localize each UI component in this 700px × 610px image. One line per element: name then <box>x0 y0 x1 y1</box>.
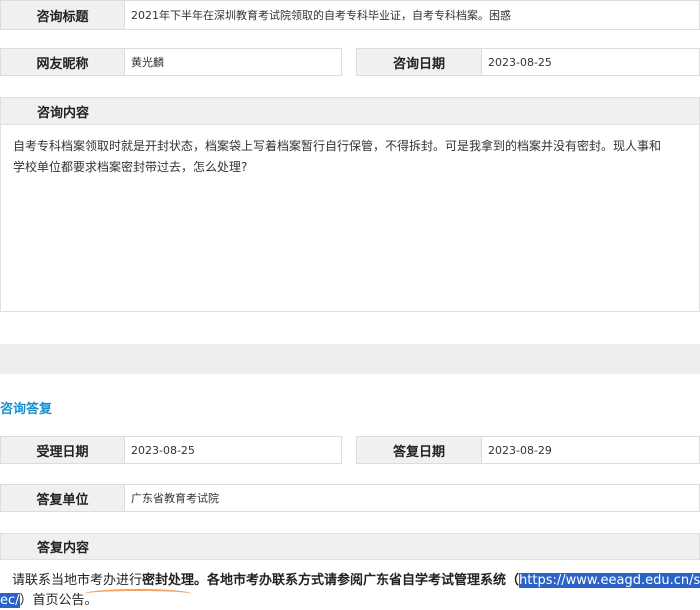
reply-section-title: 咨询答复 <box>0 402 53 417</box>
nickname-value: 黄光麟 <box>124 48 342 76</box>
reply-link-part2[interactable]: ec/ <box>0 593 20 608</box>
consult-content-header: 咨询内容 <box>0 97 700 125</box>
reply-link-part1[interactable]: https://www.eeagd.edu.cn/self <box>519 573 700 588</box>
consult-content-line1: 自考专科档案领取时就是开封状态，档案袋上写着档案暂行自行保管，不得拆封。可是我拿… <box>13 139 662 153</box>
annotation-underline <box>84 589 192 599</box>
reply-unit-value: 广东省教育考试院 <box>124 484 700 512</box>
accept-date-value: 2023-08-25 <box>124 436 342 464</box>
reply-content-text: 请联系当地市考办进行密封处理。各地市考办联系方式请参阅广东省自学考试管理系统（h… <box>12 572 700 589</box>
nickname-label: 网友昵称 <box>0 48 125 76</box>
subject-label: 咨询标题 <box>0 0 125 30</box>
separator-band <box>0 344 700 374</box>
consult-date-label: 咨询日期 <box>356 48 482 76</box>
reply-content-header: 答复内容 <box>0 533 700 560</box>
consult-content-line2: 学校单位都要求档案密封带过去，怎么处理? <box>13 160 248 174</box>
consult-date-value: 2023-08-25 <box>481 48 700 76</box>
accept-date-label: 受理日期 <box>0 436 125 464</box>
reply-date-value: 2023-08-29 <box>481 436 700 464</box>
consult-content-box: 自考专科档案领取时就是开封状态，档案袋上写着档案暂行自行保管，不得拆封。可是我拿… <box>0 125 700 312</box>
reply-date-label: 答复日期 <box>356 436 482 464</box>
reply-text-part1: 请联系当地市考办进行 <box>12 573 143 588</box>
reply-unit-label: 答复单位 <box>0 484 125 512</box>
reply-text-part2: 。各地市考办联系方式请参阅广东省自学考试管理系统（ <box>194 573 520 588</box>
subject-value: 2021年下半年在深圳教育考试院领取的自考专科毕业证，自考专科档案。困惑 <box>124 0 700 30</box>
reply-text-bold: 密封处理 <box>142 573 195 588</box>
